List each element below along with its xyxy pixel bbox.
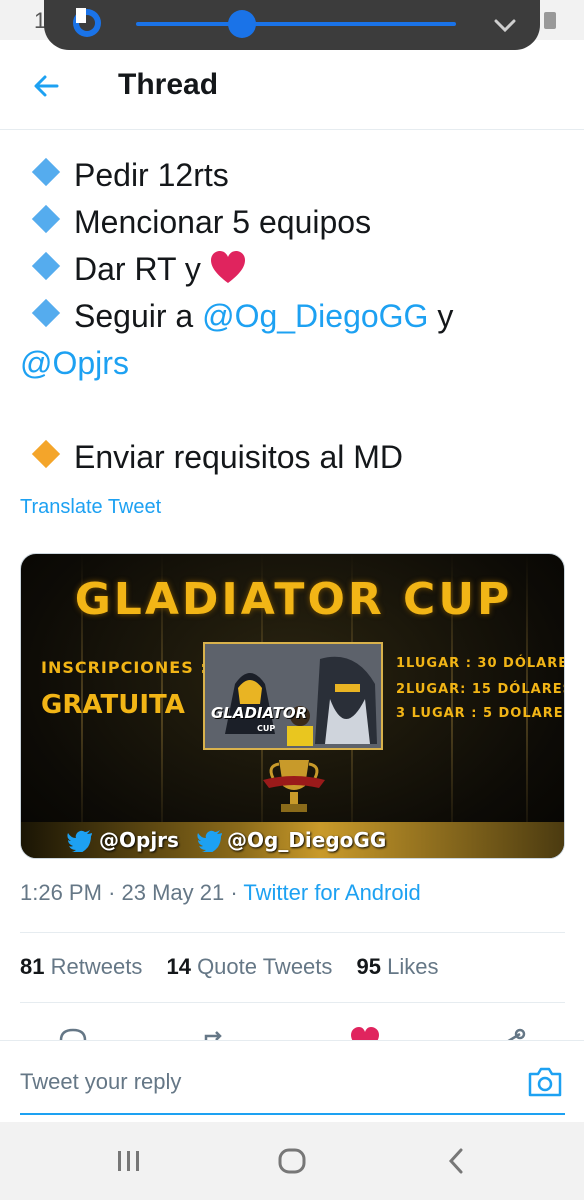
divider (20, 1002, 565, 1003)
image-title: GLADIATOR CUP (74, 574, 513, 625)
prize-second: 2LUGAR: 15 DÓLARES (396, 682, 565, 697)
system-nav-bar (0, 1122, 584, 1200)
likes-label: Likes (387, 954, 439, 979)
tweet-stats: 81 Retweets 14 Quote Tweets 95 Likes (20, 954, 457, 980)
volume-slider-thumb[interactable] (228, 10, 256, 38)
handle-opjrs: @Opjrs (99, 828, 179, 852)
tweet-time: 1:26 PM (20, 880, 102, 905)
tweet-text: Pedir 12rts Mencionar 5 equipos Dar RT y… (20, 152, 565, 481)
chevron-down-icon[interactable] (490, 10, 520, 40)
orange-diamond-icon (31, 439, 61, 469)
prize-third: 3 LUGAR : 5 DOLARES (396, 706, 565, 721)
quotes-count: 14 (166, 954, 191, 979)
back-button[interactable] (28, 68, 64, 104)
volume-panel[interactable] (44, 0, 540, 50)
tweet-line: Mencionar 5 equipos (20, 199, 565, 246)
logo-text: GLADIATOR (211, 704, 308, 722)
recent-apps-icon[interactable] (112, 1144, 146, 1178)
heart-emoji-icon (210, 250, 245, 283)
reply-input[interactable]: Tweet your reply (20, 1069, 181, 1095)
inscriptions-label: INSCRIPCIONES : (41, 658, 208, 677)
blue-diamond-icon (31, 298, 61, 328)
likes-stat[interactable]: 95 Likes (357, 954, 439, 979)
blue-diamond-icon (31, 251, 61, 281)
home-icon[interactable] (275, 1144, 309, 1178)
tweet-line-text: Pedir 12rts (74, 157, 229, 193)
media-volume-icon[interactable] (72, 8, 102, 38)
thread-header: Thread (0, 50, 584, 130)
back-nav-icon[interactable] (440, 1144, 474, 1178)
tweet-client-link[interactable]: Twitter for Android (243, 880, 420, 905)
tweet-line: @Opjrs (20, 340, 565, 387)
inscriptions-value: GRATUITA (41, 690, 185, 720)
tweet-line-text: Enviar requisitos al MD (74, 439, 403, 475)
handle-og-diegogg: @Og_DiegoGG (227, 828, 387, 852)
tweet-timestamp: 1:26 PM · 23 May 21 · Twitter for Androi… (20, 880, 421, 906)
twitter-bird-icon (197, 830, 222, 852)
tweet-line: Pedir 12rts (20, 152, 565, 199)
social-handles-bar: @Opjrs @Og_DiegoGG (21, 822, 564, 858)
twitter-bird-icon (67, 830, 92, 852)
page-title: Thread (118, 68, 219, 101)
divider (20, 932, 565, 933)
gladiator-mascot-icon (205, 644, 381, 748)
likes-count: 95 (356, 954, 382, 979)
tweet-image[interactable]: GLADIATOR CUP INSCRIPCIONES : GRATUITA 1… (20, 553, 565, 859)
tweet-line: Seguir a @Og_DiegoGG y (20, 293, 565, 340)
separator: · (108, 880, 116, 905)
mention-link[interactable]: @Og_DiegoGG (202, 298, 428, 334)
blue-diamond-icon (31, 204, 61, 234)
tweet-line: Dar RT y (20, 246, 565, 293)
retweets-label: Retweets (50, 954, 143, 979)
prize-first: 1LUGAR : 30 DÓLARES (396, 656, 565, 671)
quote-tweets-stat[interactable]: 14 Quote Tweets (166, 954, 332, 979)
reply-underline (20, 1113, 565, 1115)
translate-tweet-link[interactable]: Translate Tweet (20, 496, 161, 519)
tweet-line-text: Dar RT y (74, 251, 201, 287)
tweet-line-text: y (437, 298, 454, 334)
tweet-line-text: Seguir a (74, 298, 194, 334)
volume-slider-track[interactable] (136, 22, 456, 26)
reply-bar: Tweet your reply (0, 1040, 584, 1122)
back-arrow-icon (34, 75, 59, 97)
quotes-label: Quote Tweets (197, 954, 333, 979)
tweet-actions (0, 1020, 584, 1042)
blue-diamond-icon (31, 157, 61, 187)
gladiator-logo (203, 642, 383, 750)
tweet-line-text: Mencionar 5 equipos (74, 204, 372, 240)
mention-link[interactable]: @Opjrs (20, 345, 129, 381)
separator: · (230, 880, 238, 905)
trophy-icon (263, 760, 325, 812)
camera-icon[interactable] (526, 1065, 564, 1099)
retweets-stat[interactable]: 81 Retweets (20, 954, 142, 979)
tweet-line: Enviar requisitos al MD (20, 434, 565, 481)
logo-subtext: CUP (257, 724, 276, 733)
tweet-date: 23 May 21 (121, 880, 225, 905)
retweets-count: 81 (20, 954, 45, 979)
